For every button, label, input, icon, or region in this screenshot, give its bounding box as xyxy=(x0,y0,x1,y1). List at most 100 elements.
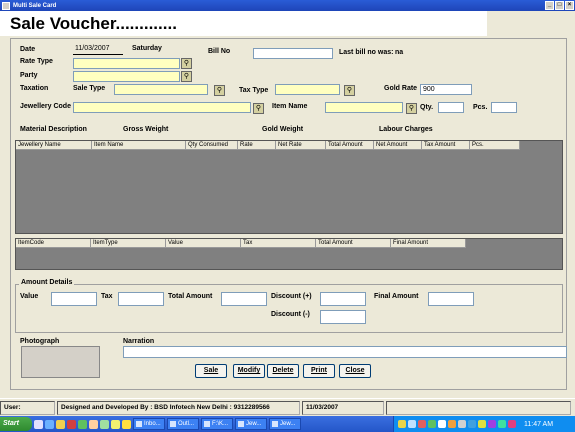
task-jewellery-1[interactable]: Jew... xyxy=(235,418,267,430)
final-amount-input[interactable] xyxy=(428,292,474,306)
app-icon[interactable] xyxy=(78,419,87,429)
tray-icon[interactable] xyxy=(408,420,416,428)
grid-col-header[interactable]: Total Amount xyxy=(326,141,374,149)
item-summary-grid[interactable]: ItemCode ItemType Value Tax Total Amount… xyxy=(15,238,563,270)
value-input[interactable] xyxy=(51,292,97,306)
itemname-lookup-icon[interactable]: ⚲ xyxy=(406,103,417,114)
taskbar: Start Inbo... Outl... F:\K... Jew... Jew… xyxy=(0,416,575,432)
desktop-icon[interactable] xyxy=(34,419,43,429)
jewellerycode-input[interactable] xyxy=(73,102,251,113)
grid-col-header[interactable]: Tax xyxy=(241,239,316,247)
app-icon[interactable] xyxy=(89,419,98,429)
material-desc-label: Material Description xyxy=(20,126,87,133)
close-window-button[interactable]: × xyxy=(565,1,574,10)
grid-col-header[interactable]: Item Name xyxy=(92,141,186,149)
date-field[interactable]: 11/03/2007 xyxy=(73,44,123,55)
party-label: Party xyxy=(20,72,38,79)
app-icon xyxy=(2,1,10,10)
itemname-input[interactable] xyxy=(325,102,403,113)
discount-minus-input[interactable] xyxy=(320,310,366,324)
ratetype-input[interactable] xyxy=(73,58,180,69)
start-button[interactable]: Start xyxy=(0,417,32,431)
task-jewellery-2[interactable]: Jew... xyxy=(269,418,301,430)
gross-weight-label: Gross Weight xyxy=(123,126,169,133)
tray-icon[interactable] xyxy=(428,420,436,428)
grid-col-header[interactable]: Net Amount xyxy=(374,141,422,149)
tax-label: Tax xyxy=(101,293,113,300)
itemname-label: Item Name xyxy=(272,103,308,110)
billno-input[interactable] xyxy=(253,48,333,59)
pcs-input[interactable] xyxy=(491,102,517,113)
grid-col-header[interactable]: Value xyxy=(166,239,241,247)
status-user: User: xyxy=(0,400,55,415)
tray-icon[interactable] xyxy=(498,420,506,428)
status-date: 11/03/2007 xyxy=(302,400,384,415)
messenger-icon[interactable] xyxy=(122,419,131,429)
gold-weight-label: Gold Weight xyxy=(262,126,304,133)
tray-icon[interactable] xyxy=(488,420,496,428)
taxtype-input[interactable] xyxy=(275,84,340,95)
tray-icon[interactable] xyxy=(508,420,516,428)
task-explorer[interactable]: F:\K... xyxy=(201,418,233,430)
grid-col-header[interactable]: Pcs. xyxy=(470,141,520,149)
saletype-lookup-icon[interactable]: ⚲ xyxy=(214,85,225,96)
grid-col-header[interactable]: Qty Consumed xyxy=(186,141,238,149)
grid-col-header[interactable]: Total Amount xyxy=(316,239,391,247)
folder-icon[interactable] xyxy=(56,419,65,429)
tray-icon[interactable] xyxy=(418,420,426,428)
last-bill-value: na xyxy=(395,49,404,56)
app-icon[interactable] xyxy=(100,419,109,429)
grid-col-header[interactable]: ItemCode xyxy=(16,239,91,247)
amount-details-group xyxy=(15,284,563,333)
total-amount-input[interactable] xyxy=(221,292,267,306)
jewellery-items-grid[interactable]: Jewellery Name Item Name Qty Consumed Ra… xyxy=(15,140,563,234)
app-icon[interactable] xyxy=(111,419,120,429)
goldrate-input[interactable]: 900 xyxy=(420,84,472,95)
jewellerycode-lookup-icon[interactable]: ⚲ xyxy=(253,103,264,114)
tray-icon[interactable] xyxy=(398,420,406,428)
status-bar: User: Designed and Developed By : BSD In… xyxy=(0,398,575,416)
discount-plus-input[interactable] xyxy=(320,292,366,306)
window-titlebar[interactable]: Multi Sale Card _ □ × xyxy=(0,0,575,11)
ratetype-lookup-icon[interactable]: ⚲ xyxy=(181,58,192,69)
tray-icon[interactable] xyxy=(468,420,476,428)
task-inbox[interactable]: Inbo... xyxy=(133,418,165,430)
grid-col-header[interactable]: Jewellery Name xyxy=(16,141,92,149)
discount-plus-label: Discount (+) xyxy=(271,293,312,300)
tray-icon[interactable] xyxy=(448,420,456,428)
ratetype-label: Rate Type xyxy=(20,58,53,65)
qty-input[interactable] xyxy=(438,102,464,113)
grid-col-header[interactable]: Net Rate xyxy=(276,141,326,149)
ie-icon[interactable] xyxy=(45,419,54,429)
grid-col-header[interactable]: Tax Amount xyxy=(422,141,470,149)
delete-button[interactable]: Delete xyxy=(267,364,299,378)
grid-col-header[interactable]: Final Amount xyxy=(391,239,466,247)
tray-icon[interactable] xyxy=(478,420,486,428)
party-input[interactable] xyxy=(73,71,180,82)
taxtype-lookup-icon[interactable]: ⚲ xyxy=(344,85,355,96)
narration-input[interactable] xyxy=(123,346,567,358)
date-label: Date xyxy=(20,46,36,53)
sale-form: Date 11/03/2007 Saturday Bill No Last bi… xyxy=(10,38,567,390)
tax-input[interactable] xyxy=(118,292,164,306)
app-icon[interactable] xyxy=(67,419,76,429)
saletype-input[interactable] xyxy=(114,84,208,95)
sale-button[interactable]: Sale xyxy=(195,364,227,378)
grid-col-header[interactable]: Rate xyxy=(238,141,276,149)
print-button[interactable]: Print xyxy=(303,364,335,378)
jewellerycode-label: Jewellery Code xyxy=(20,103,71,110)
close-button[interactable]: Close xyxy=(339,364,371,378)
photograph-box[interactable] xyxy=(21,346,100,378)
grid-col-header[interactable]: ItemType xyxy=(91,239,166,247)
clock[interactable]: 11:47 AM xyxy=(524,421,553,428)
tray-icon[interactable] xyxy=(458,420,466,428)
labour-charges-label: Labour Charges xyxy=(379,126,433,133)
task-outlook[interactable]: Outl... xyxy=(167,418,199,430)
tray-icon[interactable] xyxy=(438,420,446,428)
modify-button[interactable]: Modify xyxy=(233,364,265,378)
total-amount-label: Total Amount xyxy=(168,293,213,300)
billno-label: Bill No xyxy=(208,48,231,55)
maximize-button[interactable]: □ xyxy=(555,1,564,10)
party-lookup-icon[interactable]: ⚲ xyxy=(181,71,192,82)
minimize-button[interactable]: _ xyxy=(545,1,554,10)
